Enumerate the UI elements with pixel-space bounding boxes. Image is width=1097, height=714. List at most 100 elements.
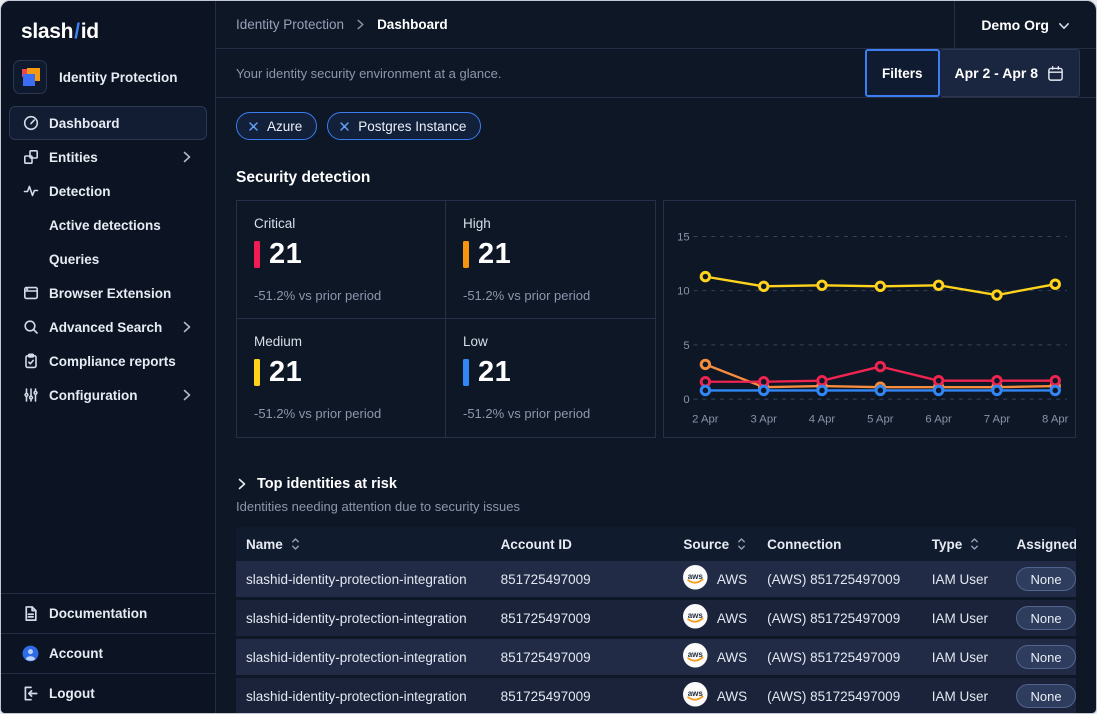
browser-icon — [23, 285, 39, 301]
identity-name: slashid-identity-protection-integration — [246, 572, 467, 587]
svg-text:8 Apr: 8 Apr — [1042, 414, 1069, 426]
account-id: 851725497009 — [501, 572, 591, 587]
date-range-label: Apr 2 - Apr 8 — [955, 65, 1039, 81]
org-switcher[interactable]: Demo Org — [954, 1, 1096, 48]
stat-label: Critical — [254, 216, 428, 231]
breadcrumb-current: Dashboard — [377, 17, 448, 32]
stat-label: Low — [463, 334, 638, 349]
dashboard-content: Azure Postgres Instance Security detectio… — [216, 98, 1096, 713]
account-id: 851725497009 — [501, 611, 591, 626]
cell-type: IAM User — [922, 600, 1007, 639]
table-body: slashid-identity-protection-integration8… — [236, 561, 1076, 713]
column-label: Name — [246, 537, 283, 552]
stat-label: High — [463, 216, 638, 231]
sidebar-item-identity-protection[interactable]: Identity Protection — [13, 60, 203, 94]
severity-color-bar — [254, 359, 260, 386]
cell-name: slashid-identity-protection-integration — [236, 639, 491, 678]
cell-assigned-owner: None — [1006, 561, 1076, 600]
brand-logo: slash/id — [1, 1, 215, 56]
assigned-owner-badge: None — [1016, 567, 1075, 591]
cell-account-id: 851725497009 — [491, 639, 674, 678]
cell-connection: (AWS) 851725497009 — [757, 600, 922, 639]
gauge-icon — [23, 115, 39, 131]
sidebar-footer: Documentation AccountLogout — [1, 593, 215, 713]
cell-account-id: 851725497009 — [491, 600, 674, 639]
sidebar-item-label: Documentation — [49, 606, 147, 621]
sidebar-item-dashboard[interactable]: Dashboard — [9, 106, 207, 140]
cell-name: slashid-identity-protection-integration — [236, 678, 491, 713]
stat-card-critical: Critical 21 -51.2% vs prior period — [237, 201, 446, 319]
filter-chip-postgres-instance[interactable]: Postgres Instance — [327, 112, 481, 140]
logo-text: slash — [21, 20, 73, 43]
table-row[interactable]: slashid-identity-protection-integration8… — [236, 600, 1076, 639]
filter-chip-azure[interactable]: Azure — [236, 112, 317, 140]
avatar-icon — [22, 645, 39, 662]
column-header-connection: Connection — [757, 527, 922, 561]
subheader-actions: Filters Apr 2 - Apr 8 — [865, 49, 1096, 97]
close-icon[interactable] — [339, 121, 350, 132]
type-label: IAM User — [932, 650, 988, 665]
close-icon[interactable] — [248, 121, 259, 132]
product-label: Identity Protection — [59, 70, 178, 85]
sidebar-item-queries[interactable]: Queries — [9, 242, 207, 276]
detections-chart-card: 0510152 Apr3 Apr4 Apr5 Apr6 Apr7 Apr8 Ap… — [663, 200, 1076, 438]
filters-button[interactable]: Filters — [865, 49, 940, 97]
chevron-right-icon — [181, 151, 193, 163]
table-header-row: NameAccount IDSourceConnectionTypeAssign… — [236, 527, 1076, 561]
main-area: Identity Protection Dashboard Demo Org Y… — [216, 1, 1096, 713]
top-identities-title: Top identities at risk — [257, 476, 397, 492]
page-subtitle: Your identity security environment at a … — [216, 66, 501, 81]
cell-assigned-owner: None — [1006, 600, 1076, 639]
sort-icon — [969, 537, 980, 551]
topbar: Identity Protection Dashboard Demo Org — [216, 1, 1096, 49]
cell-type: IAM User — [922, 639, 1007, 678]
column-header-type[interactable]: Type — [922, 527, 1007, 561]
sidebar-nav: DashboardEntitiesDetectionActive detecti… — [1, 104, 215, 593]
type-label: IAM User — [932, 611, 988, 626]
stat-card-high: High 21 -51.2% vs prior period — [446, 201, 655, 319]
sidebar-item-detection[interactable]: Detection — [9, 174, 207, 208]
svg-text:15: 15 — [677, 231, 690, 243]
svg-text:2 Apr: 2 Apr — [692, 414, 719, 426]
svg-text:7 Apr: 7 Apr — [984, 414, 1011, 426]
table-row[interactable]: slashid-identity-protection-integration8… — [236, 639, 1076, 678]
source-label: AWS — [717, 572, 747, 587]
column-header-source[interactable]: Source — [673, 527, 757, 561]
sidebar-item-documentation[interactable]: Documentation — [1, 593, 215, 633]
stat-delta: -51.2% vs prior period — [254, 406, 428, 421]
aws-icon: aws — [683, 682, 708, 710]
column-label: Account ID — [501, 537, 572, 552]
sidebar-item-active-detections[interactable]: Active detections — [9, 208, 207, 242]
sidebar-item-compliance-reports[interactable]: Compliance reports — [9, 344, 207, 378]
sidebar-item-entities[interactable]: Entities — [9, 140, 207, 174]
assigned-owner-badge: None — [1016, 606, 1075, 630]
breadcrumb-separator-icon — [355, 19, 366, 30]
sidebar-item-account[interactable]: Account — [1, 633, 215, 673]
sort-icon — [290, 537, 301, 551]
clipboard-icon — [23, 353, 39, 369]
breadcrumb-parent[interactable]: Identity Protection — [236, 17, 344, 32]
severity-stats-grid: Critical 21 -51.2% vs prior periodHigh 2… — [236, 200, 656, 438]
column-header-name[interactable]: Name — [236, 527, 491, 561]
cell-source: awsAWS — [673, 639, 757, 678]
stat-delta: -51.2% vs prior period — [463, 406, 638, 421]
sidebar: slash/id Identity Protection DashboardEn… — [1, 1, 216, 713]
sidebar-item-logout[interactable]: Logout — [1, 673, 215, 713]
top-identities-toggle[interactable]: Top identities at risk — [236, 476, 1076, 492]
security-detection-title: Security detection — [236, 169, 1076, 187]
filter-chip-label: Postgres Instance — [358, 119, 466, 134]
sidebar-item-configuration[interactable]: Configuration — [9, 378, 207, 412]
svg-text:5 Apr: 5 Apr — [867, 414, 894, 426]
sliders-icon — [23, 387, 39, 403]
table-row[interactable]: slashid-identity-protection-integration8… — [236, 678, 1076, 713]
cell-account-id: 851725497009 — [491, 561, 674, 600]
table-row[interactable]: slashid-identity-protection-integration 8… — [236, 561, 1076, 600]
svg-text:10: 10 — [677, 286, 690, 298]
cell-account-id: 851725497009 — [491, 678, 674, 713]
sidebar-item-advanced-search[interactable]: Advanced Search — [9, 310, 207, 344]
source-label: AWS — [717, 650, 747, 665]
cell-source: awsAWS — [673, 600, 757, 639]
date-range-button[interactable]: Apr 2 - Apr 8 — [940, 49, 1081, 97]
sidebar-item-browser-extension[interactable]: Browser Extension — [9, 276, 207, 310]
chevron-right-icon — [181, 389, 193, 401]
